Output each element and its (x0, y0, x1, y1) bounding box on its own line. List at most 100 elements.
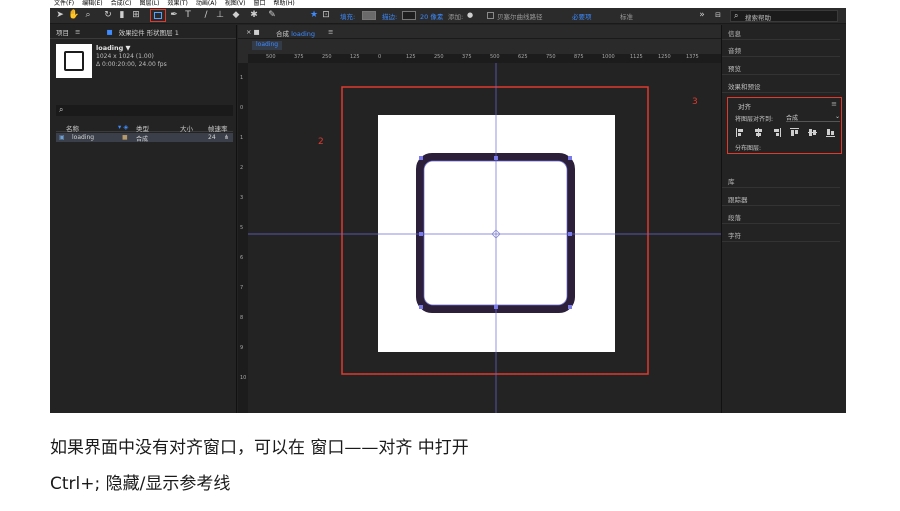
pen-tool-icon[interactable]: ✒ (168, 9, 180, 22)
col-size[interactable]: 大小 (180, 123, 193, 133)
roto-brush-tool-icon[interactable]: ✱ (248, 9, 260, 22)
project-search-input[interactable]: ⌕ (56, 105, 233, 116)
sort-icon[interactable]: ▾ ◈ (118, 123, 128, 131)
col-fps[interactable]: 帧速率 (208, 123, 228, 133)
menu-item[interactable]: 文件(F) (54, 0, 74, 8)
panel-menu-icon[interactable]: ≡ (328, 28, 333, 36)
ruler-tick-label: 2 (240, 165, 244, 171)
workspace-essentials[interactable]: 必要项 (572, 11, 592, 21)
menu-item[interactable]: 效果(T) (168, 0, 188, 8)
row-type: 合成 (136, 136, 149, 143)
bezier-label: 贝塞尔曲线路径 (497, 13, 543, 21)
ruler-tick-label: 375 (462, 54, 472, 60)
more-workspaces-icon[interactable]: » (696, 9, 708, 22)
ruler-tick-label: 3 (240, 195, 244, 201)
add-dropdown-icon[interactable]: ● (464, 9, 476, 22)
annotation-3: 3 (692, 97, 698, 107)
project-panel: 项目 ≡ ■ 效果控件 形状图层 1 loading ▼ 1024 x 1024… (50, 25, 237, 413)
panel-library-label: 库 (728, 178, 735, 186)
panel-audio[interactable]: 音频 (722, 42, 840, 57)
sync-icon[interactable]: ⊟ (712, 9, 724, 22)
selection-tool-icon[interactable]: ➤ (54, 9, 66, 22)
tab-effect-controls[interactable]: 效果控件 形状图层 1 (119, 27, 179, 37)
horizontal-ruler[interactable]: 500 375 250 125 0 125 250 375 500 625 750 875 1000 11… (248, 54, 721, 63)
panel-info[interactable]: 信息 (722, 25, 840, 40)
panel-menu-icon[interactable]: ≡ (75, 28, 80, 36)
comp-sub-tab[interactable]: loading (252, 41, 282, 50)
menubar: 文件(F) 编辑(E) 合成(C) 图层(L) 效果(T) 动画(A) 视图(V) 窗口 帮助(… (50, 0, 846, 8)
panel-preview-label: 预览 (728, 65, 741, 73)
caption-line-1: 如果界面中没有对齐窗口，可以在 窗口——对齐 中打开 (50, 438, 469, 458)
align-left-icon[interactable] (736, 128, 745, 137)
col-type[interactable]: 类型 (136, 123, 149, 133)
tab-project[interactable]: 项目 (56, 27, 69, 37)
align-horizontal-center-icon[interactable] (754, 128, 763, 137)
clone-stamp-tool-icon[interactable]: ⊥ (214, 9, 226, 22)
brush-tool-icon[interactable]: / (200, 9, 212, 22)
align-to-select[interactable]: 合成 ⌄ (786, 113, 840, 122)
star-icon[interactable]: ★ (308, 9, 320, 22)
ruler-tick-label: 500 (490, 54, 500, 60)
handle-bottom-right (568, 305, 572, 309)
comp-viewer[interactable]: 2 (248, 63, 721, 413)
eraser-tool-icon[interactable]: ◆ (230, 9, 242, 22)
close-tab-icon[interactable]: × ■ (246, 28, 260, 36)
handle-top (494, 156, 498, 160)
align-bottom-icon[interactable] (826, 128, 835, 137)
stroke-width[interactable]: 20 像素 (420, 11, 443, 21)
label-color-icon: ■ (122, 134, 128, 141)
panel-menu-icon[interactable]: ≡ (831, 100, 837, 108)
comp-icon: ▣ (59, 134, 65, 141)
vertical-ruler[interactable]: 1 0 1 2 3 5 6 7 8 9 10 (238, 63, 248, 413)
item-duration: Δ 0:00:20:00, 24.00 fps (96, 61, 167, 68)
snap-icon[interactable]: ⊡ (320, 9, 332, 22)
hand-tool-icon[interactable]: ✋ (68, 9, 80, 22)
stroke-swatch[interactable] (402, 11, 416, 20)
ruler-tick-label: 6 (240, 255, 244, 261)
align-panel: 对齐 ≡ 将图层对齐到: 合成 ⌄ 分布图层: (727, 97, 842, 154)
flowchart-icon[interactable]: ⋔ (224, 134, 229, 141)
comp-canvas (378, 115, 615, 352)
panel-tracker[interactable]: 跟踪器 (722, 191, 840, 206)
panel-paragraph[interactable]: 段落 (722, 209, 840, 224)
panel-preview[interactable]: 预览 (722, 60, 840, 75)
ruler-tick-label: 250 (434, 54, 444, 60)
panel-effects-presets[interactable]: 效果和预设 (722, 78, 840, 93)
composition-panel: × ■ 合成 loading ≡ loading 500 375 250 125 0 12… (238, 25, 721, 413)
bezier-checkbox[interactable] (487, 12, 494, 19)
panel-audio-label: 音频 (728, 47, 741, 55)
tab-composition[interactable]: 合成 loading (276, 28, 315, 38)
panel-library[interactable]: 库 (722, 173, 840, 188)
menu-item[interactable]: 窗口 (253, 0, 265, 8)
menu-item[interactable]: 动画(A) (196, 0, 217, 8)
menu-item[interactable]: 帮助(H) (274, 0, 295, 8)
menu-item[interactable]: 合成(C) (111, 0, 132, 8)
fill-swatch[interactable] (362, 11, 376, 20)
handle-left (419, 232, 423, 236)
menu-item[interactable]: 图层(L) (140, 0, 160, 8)
panel-effects-label: 效果和预设 (728, 83, 761, 91)
align-vertical-center-icon[interactable] (808, 128, 817, 137)
align-top-icon[interactable] (790, 128, 799, 137)
item-name[interactable]: loading ▼ (96, 44, 131, 52)
comp-tabbar: × ■ 合成 loading ≡ (238, 25, 721, 39)
handle-bottom (494, 305, 498, 309)
camera-tool-icon[interactable]: ▮ (116, 9, 128, 22)
workspace-standard[interactable]: 标准 (620, 11, 633, 21)
row-name: loading (72, 134, 95, 141)
ruler-tick-label: 9 (240, 345, 244, 351)
rectangle-tool-icon[interactable] (150, 9, 166, 22)
menu-item[interactable]: 编辑(E) (82, 0, 102, 8)
table-row[interactable]: ▣ loading ■ 合成 24 ⋔ (56, 133, 233, 143)
zoom-tool-icon[interactable]: ⌕ (82, 9, 94, 22)
rotate-tool-icon[interactable]: ↻ (102, 9, 114, 22)
pan-behind-tool-icon[interactable]: ⊞ (130, 9, 142, 22)
ruler-tick-label: 500 (266, 54, 276, 60)
puppet-tool-icon[interactable]: ✎ (266, 9, 278, 22)
menu-item[interactable]: 视图(V) (225, 0, 246, 8)
col-name[interactable]: 名称 (66, 123, 79, 133)
align-right-icon[interactable] (772, 128, 781, 137)
type-tool-icon[interactable]: T (182, 9, 194, 22)
help-search-input[interactable]: ⌕ 搜索帮助 (730, 10, 838, 22)
panel-character[interactable]: 字符 (722, 227, 840, 242)
